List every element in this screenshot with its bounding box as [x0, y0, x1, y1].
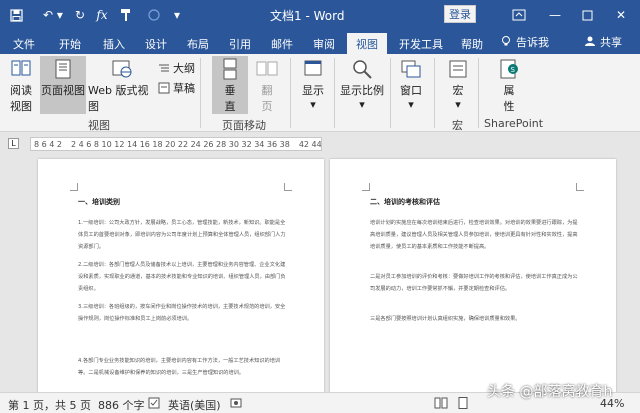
vertical-button[interactable]: 垂 直: [212, 56, 248, 114]
horizontal-ruler[interactable]: 8 6 4 2 2 4 6 8 10 12 14 16 18 20 22 24 …: [30, 137, 322, 151]
page-heading: 一、培训类别: [78, 198, 120, 206]
redo-icon[interactable]: ↻: [72, 6, 88, 24]
document-title: 文档1 - Word: [270, 9, 345, 23]
word-count[interactable]: 886 个字: [98, 397, 145, 413]
proofing-icon[interactable]: [148, 397, 160, 412]
ribbon-tab-bar: 文件 开始 插入 设计 布局 引用 邮件 审阅 视图 开发工具 帮助 告诉我 共…: [0, 30, 640, 54]
sharepoint-icon: S: [500, 59, 518, 79]
page-count[interactable]: 第 1 页，共 5 页: [8, 397, 91, 413]
svg-text:S: S: [511, 66, 516, 74]
draft-icon: [158, 82, 170, 94]
sharepoint-group-label: SharePoint: [484, 117, 544, 130]
formula-icon[interactable]: fx: [94, 6, 110, 24]
maximize-icon[interactable]: [576, 6, 598, 24]
customize-qa-icon[interactable]: ▾: [170, 6, 184, 24]
title-bar: ↶ ▾ ↻ fx ▾ 文档1 - Word 登录 — ✕: [0, 0, 640, 30]
side-to-side-button[interactable]: 翻 页: [252, 58, 282, 114]
lightbulb-icon: [500, 35, 512, 50]
user-icon: [584, 35, 596, 50]
tab-review[interactable]: 审阅: [308, 33, 340, 54]
page-heading: 二、培训的考核和评估: [370, 198, 440, 206]
share-button[interactable]: 共享: [584, 34, 622, 50]
ribbon-view: 阅读 视图 页面视图 Web 版式视图 大纲 草稿 视图 垂 直 翻 页 页面移…: [0, 54, 640, 132]
macros-button[interactable]: 宏 ▾: [444, 58, 472, 114]
tell-me-label: 告诉我: [516, 36, 549, 49]
circle-icon[interactable]: [146, 6, 162, 24]
window-button[interactable]: 窗口 ▾: [394, 58, 428, 114]
paragraph: 1.一级培训：公司大政方针，发展战略，员工心态，管理技能，新技术，新知识。职能是…: [78, 220, 286, 250]
views-group-label: 视图: [88, 119, 110, 132]
tab-view[interactable]: 视图: [347, 33, 387, 54]
group-divider: [334, 58, 335, 128]
margin-marker: [576, 183, 584, 191]
tab-mailings[interactable]: 邮件: [266, 33, 298, 54]
web-layout-button[interactable]: Web 版式视图: [88, 58, 156, 114]
draft-button[interactable]: 草稿: [158, 80, 195, 96]
paragraph: 2.二级培训：各部门管理人员及储备技术以上培训，主要管理和业务内容管理、企业文化…: [78, 262, 286, 292]
read-mode-view-icon[interactable]: [434, 397, 448, 412]
share-label: 共享: [600, 36, 622, 49]
margin-marker: [70, 183, 78, 191]
undo-icon[interactable]: ↶ ▾: [40, 6, 66, 24]
show-icon: [304, 60, 322, 76]
language-indicator[interactable]: 英语(美国): [168, 397, 221, 413]
close-icon[interactable]: ✕: [610, 6, 632, 24]
tell-me-search[interactable]: 告诉我: [500, 34, 549, 50]
print-layout-icon: [55, 59, 71, 79]
outline-icon: [159, 64, 169, 72]
macros-group-label: 宏: [452, 119, 463, 132]
outline-button[interactable]: 大纲: [158, 60, 195, 76]
ruler-bar: L 8 6 4 2 2 4 6 8 10 12 14 16 18 20 22 2…: [0, 133, 640, 155]
page-movement-group-label: 页面移动: [222, 119, 266, 132]
vertical-pages-icon: [223, 58, 237, 80]
group-divider: [434, 58, 435, 128]
tab-design[interactable]: 设计: [140, 33, 172, 54]
tab-help[interactable]: 帮助: [456, 33, 488, 54]
tab-selector[interactable]: L: [8, 138, 19, 149]
login-button[interactable]: 登录: [444, 5, 476, 23]
tab-layout[interactable]: 布局: [182, 33, 214, 54]
print-layout-button[interactable]: 页面视图: [40, 56, 86, 114]
group-divider: [390, 58, 391, 128]
paragraph: 3.三级培训：各班组级的，按车间作业和岗位操作技术的培训，主要技术规范的培训，安…: [78, 304, 286, 322]
print-layout-view-icon[interactable]: [456, 397, 470, 412]
show-button[interactable]: 显示 ▾: [296, 58, 330, 114]
group-divider: [478, 58, 479, 128]
paragraph: 三是各部门要按照培训计划认真组织实施，确保培训质量和效果。: [370, 316, 521, 322]
read-mode-button[interactable]: 阅读 视图: [6, 58, 36, 114]
group-divider: [200, 58, 201, 128]
margin-marker: [362, 183, 370, 191]
ribbon-options-icon[interactable]: [508, 6, 530, 24]
paragraph: 培训计划的实施应在每次培训结束后进行，检查培训效果。对培训的效果要进行跟踪，为提…: [370, 220, 578, 250]
web-layout-icon: [112, 60, 132, 78]
macro-record-icon[interactable]: [230, 397, 242, 412]
magnifier-icon: [353, 60, 372, 79]
tab-developer[interactable]: 开发工具: [394, 33, 448, 54]
tab-home[interactable]: 开始: [54, 33, 86, 54]
window-icon: [401, 60, 421, 78]
properties-button[interactable]: S 属 性: [494, 58, 524, 114]
margin-marker: [284, 183, 292, 191]
watermark-text: 头条 @部落窝教育h: [487, 384, 613, 400]
side-to-side-icon: [256, 61, 278, 76]
read-mode-icon: [11, 60, 31, 76]
document-canvas[interactable]: 一、培训类别 1.一级培训：公司大政方针，发展战略，员工心态，管理技能，新技术，…: [0, 155, 640, 392]
tab-references[interactable]: 引用: [224, 33, 256, 54]
paragraph: 二是对员工参加培训的评价和考核：要做好培训工作的考核和评估，使培训工作真正成为公…: [370, 274, 578, 292]
group-divider: [290, 58, 291, 128]
tab-file[interactable]: 文件: [8, 33, 40, 54]
format-painter-icon[interactable]: [118, 6, 134, 24]
document-page-2[interactable]: 二、培训的考核和评估 培训计划的实施应在每次培训结束后进行，检查培训效果。对培训…: [330, 159, 616, 392]
minimize-icon[interactable]: —: [544, 6, 566, 24]
save-icon[interactable]: [8, 6, 24, 24]
macros-icon: [449, 60, 467, 78]
paragraph: 4.各部门专业业务技能知识的培训，主要培训内容有工作方法，一般工艺技术知识的培训…: [78, 358, 281, 376]
tab-insert[interactable]: 插入: [98, 33, 130, 54]
zoom-button[interactable]: 显示比例 ▾: [338, 58, 386, 114]
document-page-1[interactable]: 一、培训类别 1.一级培训：公司大政方针，发展战略，员工心态，管理技能，新技术，…: [38, 159, 324, 392]
